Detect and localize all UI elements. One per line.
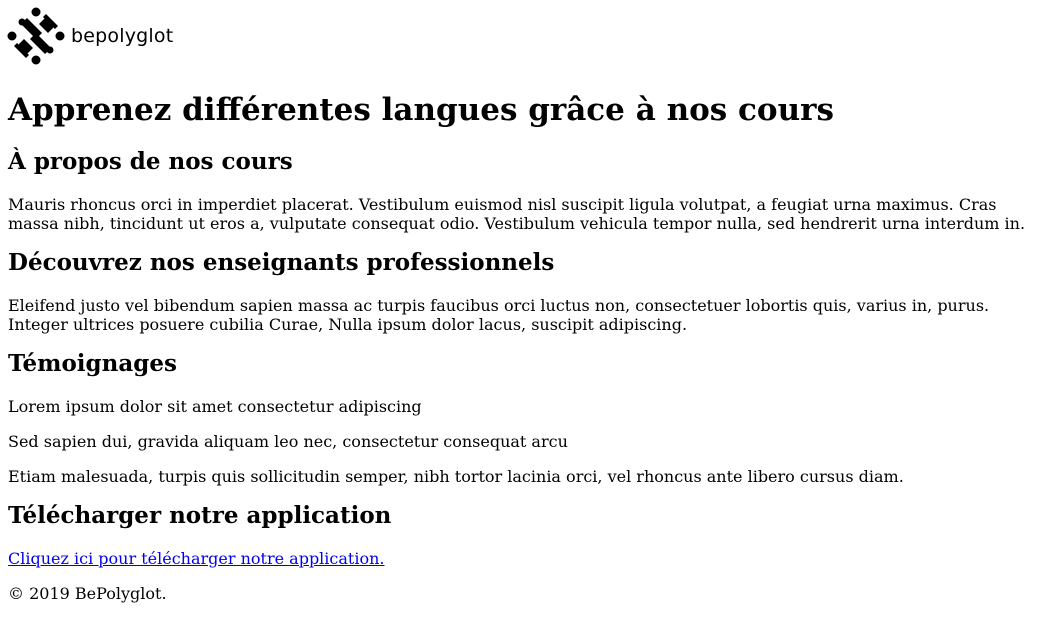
teachers-heading: Découvrez nos enseignants professionnels xyxy=(8,249,555,276)
testimonials-heading: Témoignages xyxy=(8,350,177,377)
download-paragraph: Cliquez ici pour télécharger notre appli… xyxy=(8,549,1048,568)
footer-copyright: © 2019 BePolyglot. xyxy=(8,584,167,603)
page-title: Apprenez différentes langues grâce à nos… xyxy=(8,92,834,128)
download-heading: Télécharger notre application xyxy=(8,502,392,529)
testimonial-item: Sed sapien dui, gravida aliquam leo nec,… xyxy=(8,432,568,451)
main-content: Apprenez différentes langues grâce à nos… xyxy=(8,87,1048,603)
about-text: Mauris rhoncus orci in imperdiet placera… xyxy=(8,195,1026,233)
download-app-link[interactable]: Cliquez ici pour télécharger notre appli… xyxy=(8,549,384,568)
teachers-text: Eleifend justo vel bibendum sapien massa… xyxy=(8,296,990,334)
site-logo[interactable]: bepolyglot xyxy=(6,6,173,66)
logo-text: bepolyglot xyxy=(71,25,174,47)
testimonial-item: Etiam malesuada, turpis quis sollicitudi… xyxy=(8,467,904,486)
people-circle-logo-icon xyxy=(7,7,65,65)
testimonial-item: Lorem ipsum dolor sit amet consectetur a… xyxy=(8,397,422,416)
about-heading: À propos de nos cours xyxy=(8,148,293,175)
